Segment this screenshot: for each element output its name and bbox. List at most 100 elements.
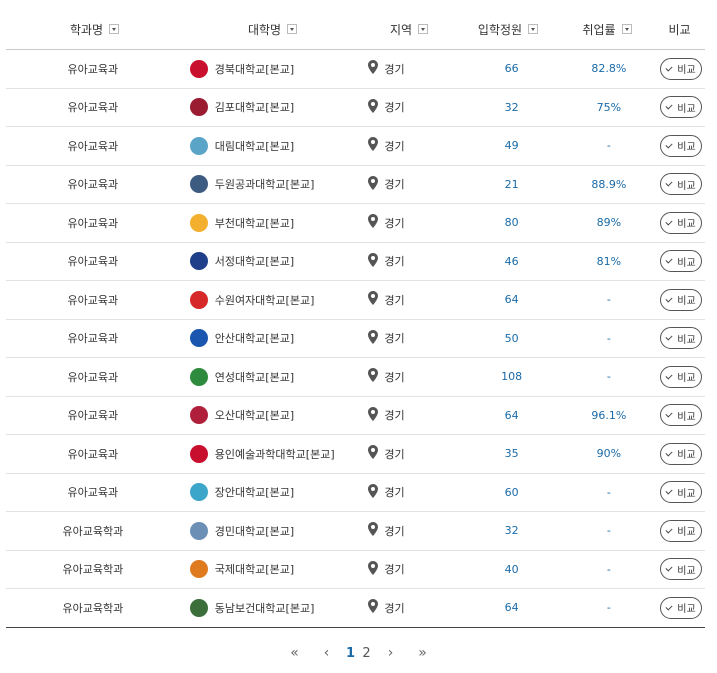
region-label: 경기 xyxy=(384,447,405,461)
compare-cell: 비교 xyxy=(655,558,705,581)
compare-label: 비교 xyxy=(677,411,696,423)
compare-button[interactable]: 비교 xyxy=(659,481,702,504)
header-quota-label: 입학정원 xyxy=(477,22,523,37)
employment-cell: 90% xyxy=(596,447,622,461)
page-2-link[interactable]: 2 xyxy=(359,646,375,661)
quota-cell: 108 xyxy=(501,370,523,384)
sort-univ-button[interactable] xyxy=(287,24,298,34)
compare-label: 비교 xyxy=(677,180,696,192)
university-name[interactable]: 장안대학교[본교] xyxy=(215,484,294,500)
compare-button[interactable]: 비교 xyxy=(659,365,702,388)
employment-cell: - xyxy=(606,331,611,345)
university-name[interactable]: 두원공과대학교[본교] xyxy=(215,176,315,192)
table-row: 유아교육과 연성대학교[본교] 경기 108 - 비교 xyxy=(6,358,705,397)
university-logo-icon xyxy=(189,59,208,78)
page-1-link[interactable]: 1 xyxy=(343,646,359,661)
university-name[interactable]: 수원여자대학교[본교] xyxy=(215,292,315,308)
compare-button[interactable]: 비교 xyxy=(659,96,702,119)
university-name[interactable]: 부천대학교[본교] xyxy=(215,215,294,231)
university-name[interactable]: 김포대학교[본교] xyxy=(215,99,294,115)
region-cell: 경기 xyxy=(365,98,460,116)
table-row: 유아교육과 장안대학교[본교] 경기 60 - 비교 xyxy=(6,474,705,512)
employment-cell: 81% xyxy=(596,254,622,268)
employment-cell: - xyxy=(606,293,611,307)
compare-cell: 비교 xyxy=(655,404,705,427)
quota-cell: 64 xyxy=(504,408,519,422)
compare-label: 비교 xyxy=(677,334,696,346)
compare-cell: 비교 xyxy=(655,173,705,196)
region-cell: 경기 xyxy=(365,522,460,539)
university-logo-icon xyxy=(189,98,208,117)
check-icon xyxy=(665,564,673,572)
university-name[interactable]: 동남보건대학교[본교] xyxy=(215,600,315,616)
univ-cell: 경민대학교[본교] xyxy=(180,521,366,540)
university-logo-icon xyxy=(189,406,208,425)
region-cell: 경기 xyxy=(365,214,460,231)
university-name[interactable]: 국제대학교[본교] xyxy=(215,561,294,577)
compare-button[interactable]: 비교 xyxy=(659,173,702,196)
location-pin-icon xyxy=(368,445,384,462)
university-name[interactable]: 경북대학교[본교] xyxy=(215,61,294,77)
check-icon xyxy=(665,179,673,187)
compare-button[interactable]: 비교 xyxy=(659,596,702,619)
sort-employment-button[interactable] xyxy=(621,24,632,34)
compare-button[interactable]: 비교 xyxy=(659,57,702,80)
compare-button[interactable]: 비교 xyxy=(659,558,702,581)
region-label: 경기 xyxy=(384,293,405,307)
results-table: 학과명 대학명 지역 입학정원 취업률 비교 유아교육과 경북대학교[본교] 경기 6… xyxy=(6,9,705,628)
quota-cell: 64 xyxy=(504,601,519,615)
univ-cell: 안산대학교[본교] xyxy=(180,329,366,348)
university-name[interactable]: 대림대학교[본교] xyxy=(215,138,294,154)
compare-cell: 비교 xyxy=(655,211,705,234)
region-cell: 경기 xyxy=(365,368,460,385)
header-dept: 학과명 xyxy=(6,21,183,38)
next-page-icon[interactable]: › xyxy=(379,645,403,661)
compare-label: 비교 xyxy=(677,142,696,154)
sort-quota-button[interactable] xyxy=(528,24,539,34)
employment-cell: - xyxy=(606,601,611,615)
university-name[interactable]: 연성대학교[본교] xyxy=(215,369,294,385)
location-pin-icon xyxy=(368,252,384,270)
compare-label: 비교 xyxy=(677,65,696,77)
dept-cell: 유아교육과 xyxy=(67,255,119,269)
compare-button[interactable]: 비교 xyxy=(659,134,702,157)
compare-button[interactable]: 비교 xyxy=(659,327,702,350)
quota-cell: 35 xyxy=(504,447,519,461)
compare-cell: 비교 xyxy=(655,288,705,311)
check-icon xyxy=(665,526,673,534)
compare-button[interactable]: 비교 xyxy=(659,519,702,542)
prev-page-icon[interactable]: ‹ xyxy=(315,645,339,661)
university-name[interactable]: 용인예술과학대학교[본교] xyxy=(215,446,335,462)
check-icon xyxy=(665,64,673,72)
check-icon xyxy=(665,410,673,418)
compare-button[interactable]: 비교 xyxy=(659,442,702,465)
compare-label: 비교 xyxy=(677,103,696,115)
sort-dept-button[interactable] xyxy=(109,24,120,34)
university-name[interactable]: 안산대학교[본교] xyxy=(215,330,294,346)
university-name[interactable]: 경민대학교[본교] xyxy=(215,523,294,539)
check-icon xyxy=(665,333,673,341)
compare-button[interactable]: 비교 xyxy=(659,250,702,273)
employment-cell: 89% xyxy=(596,216,622,230)
university-name[interactable]: 오산대학교[본교] xyxy=(215,407,294,423)
university-name[interactable]: 서정대학교[본교] xyxy=(215,253,294,269)
check-icon xyxy=(665,603,673,611)
compare-button[interactable]: 비교 xyxy=(659,404,702,427)
compare-cell: 비교 xyxy=(655,250,705,273)
sort-region-button[interactable] xyxy=(418,24,429,34)
last-page-icon[interactable]: » xyxy=(411,645,435,661)
compare-label: 비교 xyxy=(677,219,696,231)
quota-cell: 49 xyxy=(504,139,519,153)
first-page-icon[interactable]: « xyxy=(283,645,307,661)
location-pin-icon xyxy=(368,98,384,116)
region-cell: 경기 xyxy=(365,445,460,462)
table-row: 유아교육과 대림대학교[본교] 경기 49 - 비교 xyxy=(6,127,705,166)
location-pin-icon xyxy=(368,329,384,347)
compare-button[interactable]: 비교 xyxy=(659,288,702,311)
employment-cell: 82.8% xyxy=(591,62,627,76)
compare-cell: 비교 xyxy=(655,596,705,619)
location-pin-icon xyxy=(368,60,384,77)
employment-cell: 75% xyxy=(596,100,622,114)
compare-button[interactable]: 비교 xyxy=(659,211,702,234)
check-icon xyxy=(665,449,673,457)
